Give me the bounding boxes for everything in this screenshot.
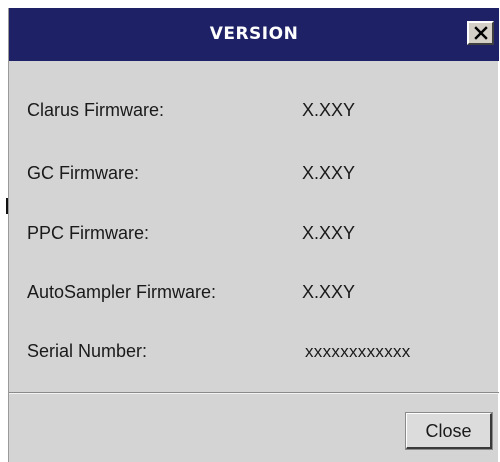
serial-number-label: Serial Number:: [27, 341, 148, 361]
ppc-firmware-label: PPC Firmware:: [27, 223, 150, 243]
clarus-firmware-value: X.XXY: [302, 100, 356, 120]
dialog-title: VERSION: [209, 24, 299, 44]
ppc-firmware-value: X.XXY: [302, 223, 356, 243]
gc-firmware-value: X.XXY: [302, 163, 356, 183]
footer-divider-highlight: [9, 393, 499, 394]
close-x-icon: [474, 26, 488, 40]
clarus-firmware-label: Clarus Firmware:: [27, 100, 165, 120]
gc-firmware-label: GC Firmware:: [27, 163, 139, 183]
autosampler-firmware-label: AutoSampler Firmware:: [27, 282, 217, 302]
autosampler-firmware-value: X.XXY: [302, 282, 356, 302]
title-bar: VERSION: [9, 8, 499, 61]
serial-number-value: xxxxxxxxxxxx: [305, 342, 411, 361]
close-button[interactable]: Close: [405, 412, 493, 450]
version-dialog: VERSION Clarus Firmware: X.XXY GC Firmwa…: [8, 8, 499, 462]
title-close-button[interactable]: [467, 21, 494, 45]
